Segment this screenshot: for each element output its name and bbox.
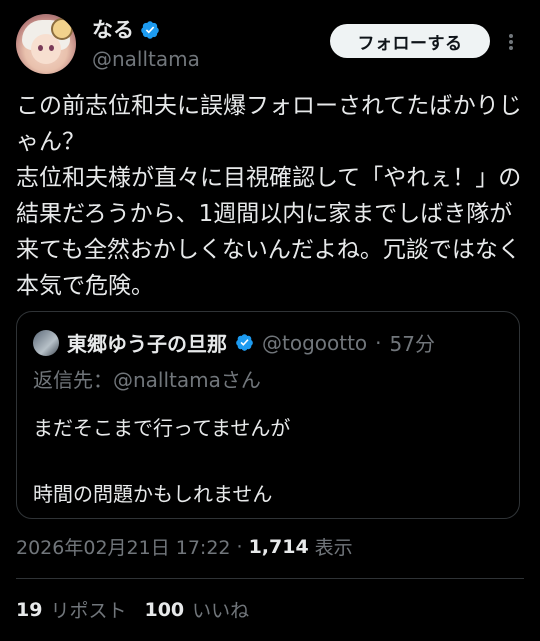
quoted-tweet-header: 東郷ゆう子の旦那 @togootto · 57分 [33,328,435,357]
quoted-text-line: まだそこまで行ってませんが [33,416,291,440]
separator-dot: · [375,330,382,355]
tweet-meta: 2026年02月21日 17:22 · 1,714 表示 [16,533,353,560]
tweet-timestamp[interactable]: 2026年02月21日 17:22 [16,533,231,560]
verified-badge-icon [236,334,253,351]
author-handle[interactable]: @nalltama [92,44,200,74]
quoted-reply-to: 返信先：@nalltamaさん [33,368,261,392]
quoted-tweet[interactable]: 東郷ゆう子の旦那 @togootto · 57分 返信先：@nalltamaさん… [16,311,520,519]
views-count: 1,714 [248,535,309,558]
tweet-header: なる @nalltama フォローする [16,14,524,74]
author-name[interactable]: なる [92,16,134,44]
separator-dot: · [236,535,243,558]
likes-label[interactable]: いいね [192,596,249,623]
more-dots-icon[interactable] [500,32,522,52]
author-avatar[interactable] [16,14,76,74]
tweet-stats: 19 リポスト 100 いいね [16,596,267,623]
views-label: 表示 [314,537,353,559]
likes-count[interactable]: 100 [144,599,184,621]
divider [16,578,524,579]
reposts-count[interactable]: 19 [16,599,42,621]
author-info: なる @nalltama [92,16,200,74]
reposts-label[interactable]: リポスト [50,596,126,623]
quoted-author-avatar [33,329,59,356]
quoted-text-line: 時間の問題かもしれません [33,482,273,506]
verified-badge-icon [141,21,159,39]
follow-button[interactable]: フォローする [330,24,490,58]
quoted-author-handle: @togootto [262,330,368,355]
tweet-text: この前志位和夫に誤爆フォローされてたばかりじゃん？ 志位和夫様が直々に目視確認し… [16,93,522,299]
quoted-time: 57分 [389,332,435,356]
quoted-author-name: 東郷ゆう子の旦那 [67,332,227,356]
